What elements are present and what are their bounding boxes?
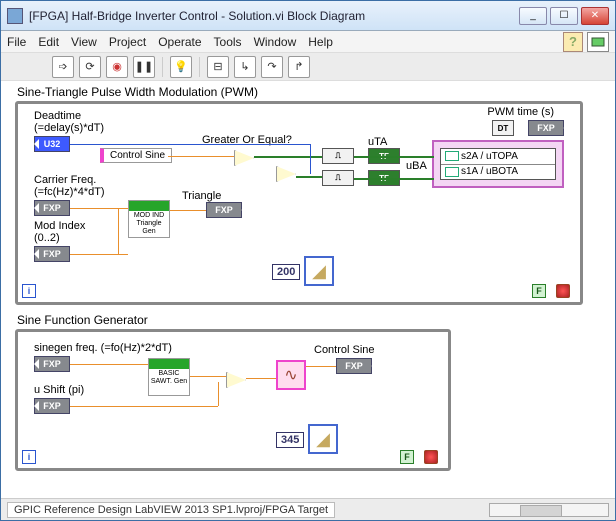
s2a-label: s2A / uTOPA (461, 151, 518, 162)
maximize-button[interactable]: ☐ (550, 7, 578, 25)
sine-while-loop[interactable]: sinegen freq. (=fo(Hz)*2*dT) FXP u Shift… (15, 329, 451, 471)
menu-file[interactable]: File (7, 35, 26, 49)
triangle-indicator[interactable]: FXP (206, 202, 242, 218)
stop-terminal[interactable] (556, 284, 570, 298)
delay-uba-node[interactable]: ⎍ (322, 170, 354, 186)
menu-help[interactable]: Help (308, 35, 333, 49)
s1a-label: s1A / uBOTA (461, 166, 518, 177)
ushift-label: u Shift (pi) (34, 384, 84, 396)
delay-uta-node[interactable]: ⎍ (322, 148, 354, 164)
minimize-button[interactable]: _ (519, 7, 547, 25)
pwm-while-loop[interactable]: Deadtime (=delay(s)*dT) U32 PWM time (s)… (15, 101, 583, 305)
retain-wires-button[interactable]: ⊟ (207, 56, 229, 78)
pause-button[interactable]: ❚❚ (133, 56, 155, 78)
pwm-time-indicator[interactable]: FXP (528, 120, 564, 136)
toolbar: ➩ ⟳ ◉ ❚❚ 💡 ⊟ ↳ ↷ ↱ (1, 53, 615, 81)
control-sine-out-label: Control Sine (314, 344, 375, 356)
sinegen-control[interactable]: FXP (34, 356, 70, 372)
menu-window[interactable]: Window (254, 35, 297, 49)
menu-view[interactable]: View (71, 35, 97, 49)
modindex-control[interactable]: FXP (34, 246, 70, 262)
add-node[interactable] (226, 372, 246, 388)
pulse-icon (445, 167, 459, 177)
deadtime-sub-label: (=delay(s)*dT) (34, 122, 104, 134)
carrier-control[interactable]: FXP (34, 200, 70, 216)
loop-condition-terminal-f[interactable]: F (400, 450, 414, 464)
loop-timer-const-345[interactable]: 345 (276, 432, 304, 448)
context-help-icon[interactable]: ? (563, 32, 583, 52)
menu-operate[interactable]: Operate (158, 35, 201, 49)
horizontal-scrollbar[interactable] (489, 503, 609, 517)
deadtime-label: Deadtime (34, 110, 81, 122)
app-icon (7, 8, 23, 24)
control-sine-local[interactable]: Control Sine (100, 148, 172, 163)
run-continuously-button[interactable]: ⟳ (79, 56, 101, 78)
triangle-gen-node[interactable]: MOD IND Triangle Gen (128, 200, 170, 238)
section-pwm-label: Sine-Triangle Pulse Width Modulation (PW… (17, 85, 258, 99)
menu-edit[interactable]: Edit (38, 35, 59, 49)
loop-timer-icon[interactable] (308, 424, 338, 454)
window-controls: _ ☐ ✕ (519, 7, 609, 25)
modindex-sub-label: (0..2) (34, 232, 60, 244)
loop-condition-terminal-f[interactable]: F (532, 284, 546, 298)
not-node[interactable] (276, 166, 296, 182)
loop-timer-const-200[interactable]: 200 (272, 264, 300, 280)
window-title: [FPGA] Half-Bridge Inverter Control - So… (29, 9, 519, 23)
block-diagram-canvas[interactable]: Sine-Triangle Pulse Width Modulation (PW… (1, 81, 615, 520)
ushift-control[interactable]: FXP (34, 398, 70, 414)
step-over-button[interactable]: ↷ (261, 56, 283, 78)
deadtime-control[interactable]: U32 (34, 136, 70, 152)
sinegen-label: sinegen freq. (=fo(Hz)*2*dT) (34, 342, 172, 354)
pwm-output-cluster[interactable]: s2A / uTOPA s1A / uBOTA (432, 140, 564, 188)
control-sine-indicator[interactable]: FXP (336, 358, 372, 374)
carrier-label: Carrier Freq. (34, 174, 96, 186)
dt-node[interactable]: DT (492, 120, 514, 136)
project-path-text: GPIC Reference Design LabVIEW 2013 SP1.l… (7, 502, 335, 518)
iteration-terminal[interactable]: i (22, 450, 36, 464)
iteration-terminal[interactable]: i (22, 284, 36, 298)
titlebar[interactable]: [FPGA] Half-Bridge Inverter Control - So… (1, 1, 615, 31)
run-button[interactable]: ➩ (52, 56, 74, 78)
step-out-button[interactable]: ↱ (288, 56, 310, 78)
pwm-time-label: PWM time (s) (487, 106, 554, 118)
statusbar: GPIC Reference Design LabVIEW 2013 SP1.l… (1, 498, 615, 520)
modindex-label: Mod Index (34, 220, 85, 232)
sine-function-node[interactable]: ∿ (276, 360, 306, 390)
menu-project[interactable]: Project (109, 35, 146, 49)
highlight-exec-button[interactable]: 💡 (170, 56, 192, 78)
section-sine-label: Sine Function Generator (17, 313, 148, 327)
sawtooth-gen-node[interactable]: BASIC SAWT. Gen (148, 358, 190, 396)
triangle-label: Triangle (182, 190, 221, 202)
app-window: [FPGA] Half-Bridge Inverter Control - So… (0, 0, 616, 521)
vi-icon[interactable] (587, 32, 609, 52)
stop-terminal[interactable] (424, 450, 438, 464)
loop-timer-icon[interactable] (304, 256, 334, 286)
pulse-icon (445, 151, 459, 161)
uba-label: uBA (406, 160, 427, 172)
menu-tools[interactable]: Tools (214, 35, 242, 49)
menubar: File Edit View Project Operate Tools Win… (1, 31, 615, 53)
uta-label: uTA (368, 136, 387, 148)
greater-or-equal-node[interactable] (234, 150, 254, 166)
step-into-button[interactable]: ↳ (234, 56, 256, 78)
abort-button[interactable]: ◉ (106, 56, 128, 78)
carrier-sub-label: (=fc(Hz)*4*dT) (34, 186, 105, 198)
close-button[interactable]: ✕ (581, 7, 609, 25)
